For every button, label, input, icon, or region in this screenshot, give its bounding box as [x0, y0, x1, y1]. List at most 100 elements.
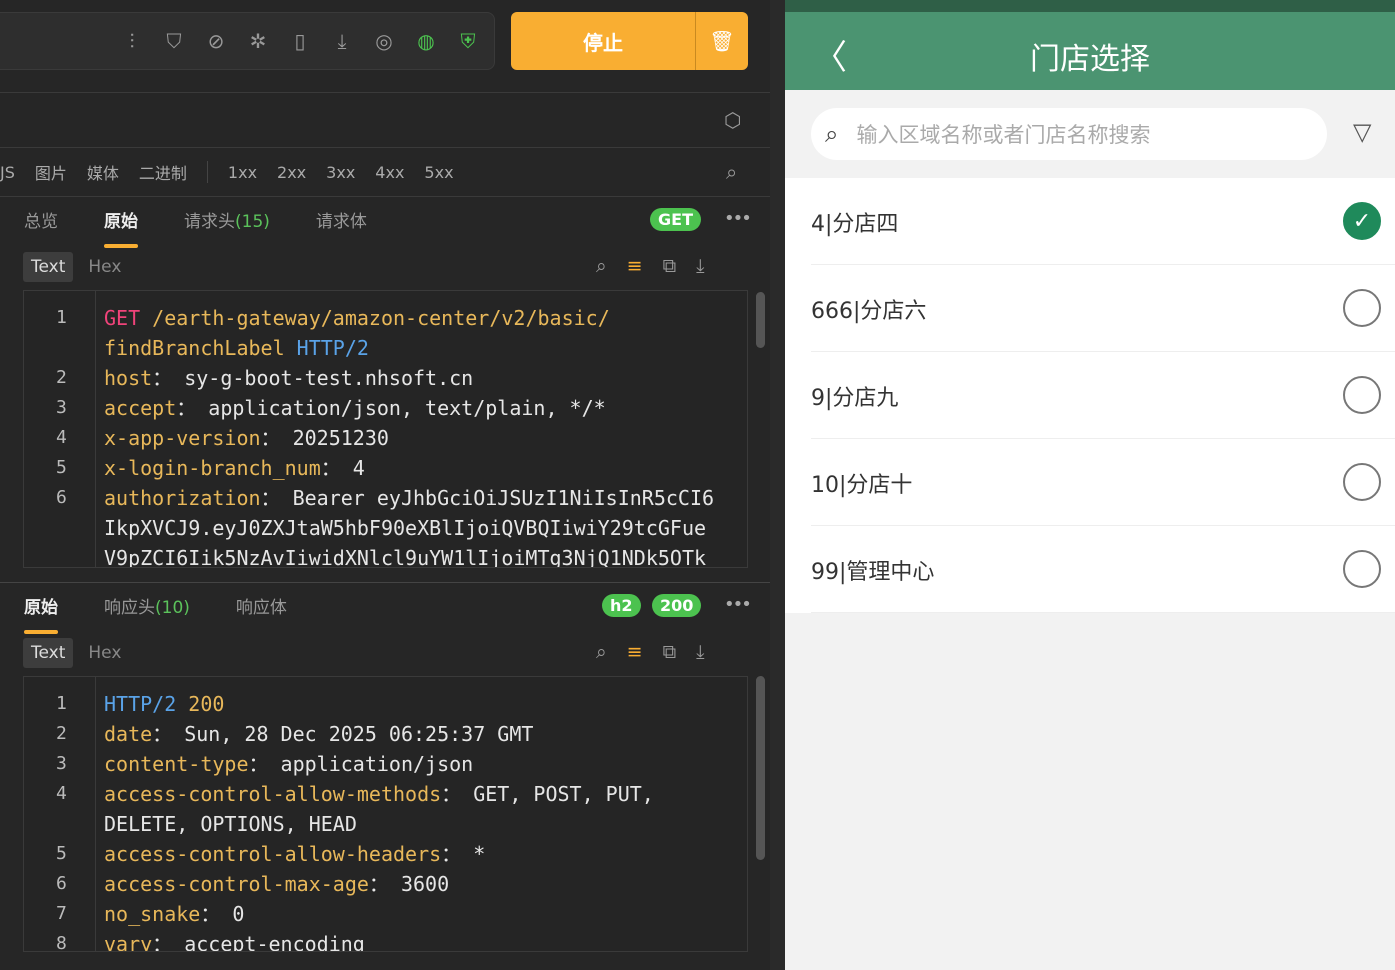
- stop-button[interactable]: 停止: [511, 12, 696, 70]
- network-inspector-panel: ⫶ ⛉ ⊘ ✲ ▯ ⤓ ◎ ◍ ⛨ 停止 🗑 ⬡ JS 图片 媒体 二进制 1xx 2xx…: [0, 0, 770, 970]
- breakpoint-icon[interactable]: ⫶: [120, 29, 144, 53]
- trash-icon[interactable]: 🗑: [696, 12, 748, 70]
- request-actions: ⌕ ≡ ⧉ ⤓: [596, 255, 705, 277]
- request-scrollbar[interactable]: [756, 292, 765, 348]
- code-token: ： sy-g-boot-test.nhsoft.cn: [152, 366, 474, 390]
- radio-icon[interactable]: [1343, 463, 1381, 501]
- line-number: 7: [56, 903, 67, 924]
- wrap-icon[interactable]: ≡: [627, 255, 643, 277]
- tab-request-body[interactable]: 请求体: [316, 207, 367, 232]
- code-token: vary: [104, 932, 153, 952]
- store-search-input[interactable]: ⌕ 输入区域名称或者门店名称搜索: [811, 108, 1327, 160]
- no-debug-icon[interactable]: ✲: [246, 29, 270, 53]
- request-tabs: 总览 原始 请求头(15) 请求体: [24, 207, 367, 248]
- divider: [0, 196, 770, 197]
- code-line: GET /earth-gateway/amazon-center/v2/basi…: [104, 303, 610, 333]
- filter-8[interactable]: 5xx: [424, 163, 453, 182]
- globe-icon[interactable]: ◍: [414, 29, 438, 53]
- download-icon[interactable]: ⤓: [696, 641, 704, 663]
- code-line: x-login-branch_num： 4: [104, 453, 365, 483]
- search-placeholder: 输入区域名称或者门店名称搜索: [856, 123, 1151, 147]
- tab-overview[interactable]: 总览: [24, 207, 58, 232]
- nav-bar: 〈 门店选择: [785, 12, 1395, 90]
- more-icon[interactable]: •••: [724, 208, 752, 229]
- line-number: 2: [56, 723, 67, 744]
- download-icon[interactable]: ⤓: [696, 255, 704, 277]
- headers-count: (10): [155, 598, 190, 618]
- line-number: 1: [56, 307, 67, 328]
- hide-icon[interactable]: ⬡: [724, 108, 741, 132]
- search-icon[interactable]: ⌕: [596, 641, 607, 663]
- code-token: findBranchLabel: [104, 336, 297, 360]
- radio-icon[interactable]: [1343, 376, 1381, 414]
- store-item[interactable]: 99|管理中心: [811, 526, 1395, 613]
- filter-4[interactable]: 1xx: [228, 163, 257, 182]
- text-view-button[interactable]: Text: [23, 252, 74, 282]
- tab-request-headers[interactable]: 请求头(15): [184, 207, 270, 232]
- filter-1[interactable]: 图片: [35, 160, 67, 184]
- filter-3[interactable]: 二进制: [139, 160, 187, 184]
- tab-response-body[interactable]: 响应体: [236, 593, 287, 618]
- no-file-icon[interactable]: ▯: [288, 29, 312, 53]
- tab-raw[interactable]: 原始: [104, 207, 138, 248]
- filter-2[interactable]: 媒体: [87, 160, 119, 184]
- code-token: access-control-allow-headers: [104, 842, 442, 866]
- page-title: 门店选择: [1030, 42, 1150, 77]
- code-line: vary： accept-encoding: [104, 929, 365, 952]
- hex-view-button[interactable]: Hex: [73, 638, 136, 668]
- filter-6[interactable]: 3xx: [326, 163, 355, 182]
- wrap-icon[interactable]: ≡: [627, 641, 643, 663]
- copy-icon[interactable]: ⧉: [663, 641, 677, 663]
- search-icon[interactable]: ⌕: [596, 255, 607, 277]
- download-icon[interactable]: ⤓: [330, 29, 354, 53]
- code-line: access-control-allow-methods： GET, POST,…: [104, 779, 654, 809]
- headers-count: (15): [235, 212, 270, 232]
- shield-icon[interactable]: ⛨: [456, 29, 480, 53]
- text-view-button[interactable]: Text: [23, 638, 74, 668]
- line-number: 4: [56, 427, 67, 448]
- code-token: accept: [104, 396, 177, 420]
- no-rewrite-icon[interactable]: ⊘: [204, 29, 228, 53]
- response-raw-code[interactable]: 1 HTTP/2 200 2 date： Sun, 28 Dec 2025 06:25…: [23, 676, 748, 952]
- tab-raw[interactable]: 原始: [24, 593, 58, 634]
- store-item[interactable]: 666|分店六: [811, 265, 1395, 352]
- code-line: IkpXVCJ9.eyJ0ZXJtaW5hbF90eXBlIjoiQVBQIiw…: [104, 513, 706, 543]
- radio-icon[interactable]: [1343, 550, 1381, 588]
- ssl-lock-icon[interactable]: ⛉: [162, 29, 186, 53]
- filter-icon[interactable]: ▽: [1353, 118, 1371, 146]
- separator: [206, 161, 208, 183]
- more-icon[interactable]: •••: [724, 594, 752, 615]
- store-item[interactable]: 4|分店四 ✓: [811, 178, 1395, 265]
- code-token: ： accept-encoding: [152, 932, 365, 952]
- code-line: authorization： Bearer eyJhbGciOiJSUzI1Ni…: [104, 483, 714, 513]
- code-token: /earth-gateway/amazon-center/v2/basic/: [152, 306, 610, 330]
- line-number: 6: [56, 487, 67, 508]
- filter-0[interactable]: JS: [0, 163, 15, 182]
- drop-icon[interactable]: ◎: [372, 29, 396, 53]
- tab-response-headers[interactable]: 响应头(10): [104, 593, 190, 618]
- view-mode-toggle: Text Hex: [23, 638, 136, 668]
- checked-radio-icon[interactable]: ✓: [1343, 202, 1381, 240]
- response-scrollbar[interactable]: [756, 676, 765, 860]
- code-token: ： 0: [200, 902, 245, 926]
- filter-7[interactable]: 4xx: [375, 163, 404, 182]
- store-item[interactable]: 10|分店十: [811, 439, 1395, 526]
- split-divider[interactable]: [0, 582, 770, 583]
- hex-view-button[interactable]: Hex: [73, 252, 136, 282]
- copy-icon[interactable]: ⧉: [663, 255, 677, 277]
- radio-icon[interactable]: [1343, 289, 1381, 327]
- store-item[interactable]: 9|分店九: [811, 352, 1395, 439]
- filter-5[interactable]: 2xx: [277, 163, 306, 182]
- response-tabs: 原始 响应头(10) 响应体: [24, 593, 287, 634]
- code-token: ： Bearer eyJhbGciOiJSUzI1NiIsInR5cCI6: [260, 486, 715, 510]
- search-icon[interactable]: ⌕: [726, 160, 737, 184]
- code-token: no_snake: [104, 902, 201, 926]
- request-raw-code[interactable]: 1 GET /earth-gateway/amazon-center/v2/bas…: [23, 290, 748, 568]
- code-line: x-app-version： 20251230: [104, 423, 389, 453]
- search-icon: ⌕: [825, 120, 839, 148]
- store-label: 99|管理中心: [811, 560, 935, 585]
- view-mode-toggle: Text Hex: [23, 252, 136, 282]
- code-token: x-login-branch_num: [104, 456, 321, 480]
- protocol-badge: h2: [602, 594, 641, 617]
- line-number: 3: [56, 397, 67, 418]
